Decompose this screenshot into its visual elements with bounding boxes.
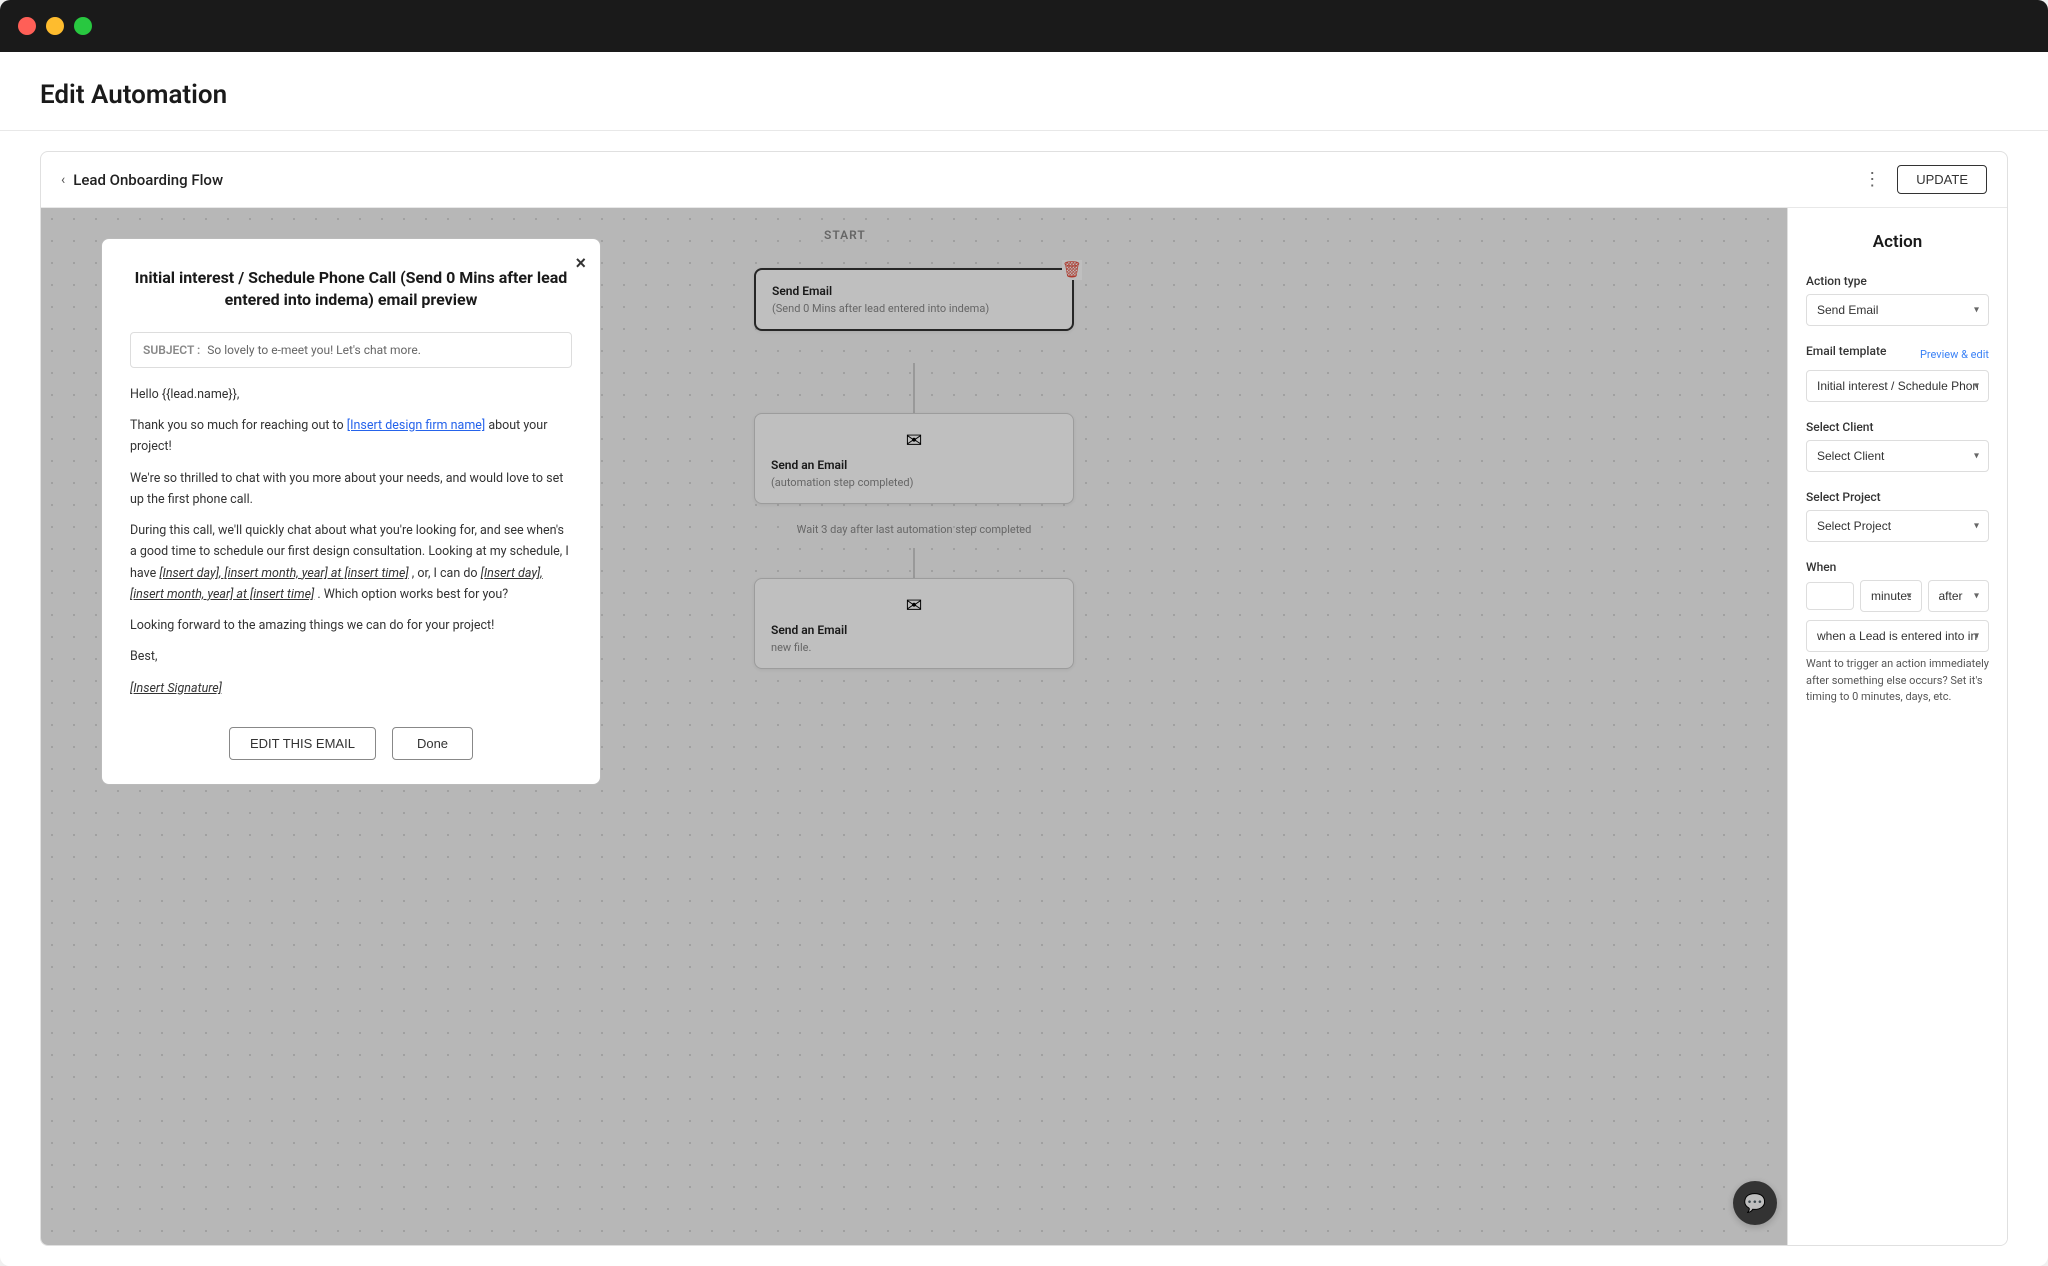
right-panel: Action Action type Send Email ▾ <box>1787 208 2007 1245</box>
email-preview-modal: × Initial interest / Schedule Phone Call… <box>101 238 601 785</box>
page-header: Edit Automation <box>0 52 2048 131</box>
modal-footer: EDIT THIS EMAIL Done <box>130 727 572 760</box>
window: Edit Automation ‹ Lead Onboarding Flow ⋮… <box>0 0 2048 1266</box>
email-template-select[interactable]: Initial interest / Schedule Phone Call i <box>1806 370 1989 402</box>
when-trigger-select[interactable]: when a Lead is entered into indema <box>1806 620 1989 652</box>
firm-link: [Insert design firm name] <box>347 418 485 433</box>
body-line4: Looking forward to the amazing things we… <box>130 615 572 636</box>
when-after-select-wrapper: after ▾ <box>1928 580 1990 612</box>
body-line1-text: Thank you so much for reaching out to <box>130 418 344 433</box>
spacer <box>1806 724 1989 754</box>
preview-edit-link[interactable]: Preview & edit <box>1920 348 1989 361</box>
automation-header: ‹ Lead Onboarding Flow ⋮ UPDATE <box>41 152 2007 208</box>
select-project-field: Select Project Select Project ▾ <box>1806 490 1989 542</box>
email-template-wrapper: Initial interest / Schedule Phone Call i… <box>1806 370 1989 402</box>
sign-2: [Insert Signature] <box>130 678 572 699</box>
action-type-field: Action type Send Email ▾ <box>1806 274 1989 326</box>
email-template-header-row: Email template Preview & edit <box>1806 344 1989 364</box>
select-project-label: Select Project <box>1806 490 1989 504</box>
when-row: 0 minutes ▾ after <box>1806 580 1989 612</box>
body-line3-mid: , or, I can do <box>412 566 478 581</box>
automation-name: Lead Onboarding Flow <box>73 171 223 189</box>
select-client-wrapper: Select Client ▾ <box>1806 440 1989 472</box>
schedule-1: [Insert day], [insert month, year] at [i… <box>159 566 408 581</box>
when-minutes-select-wrapper: minutes ▾ <box>1860 580 1922 612</box>
done-button[interactable]: Done <box>392 727 473 760</box>
select-client-select[interactable]: Select Client <box>1806 440 1989 472</box>
select-client-field: Select Client Select Client ▾ <box>1806 420 1989 472</box>
subject-value: So lovely to e-meet you! Let's chat more… <box>207 343 421 357</box>
page-title: Edit Automation <box>40 80 2008 110</box>
panel-title: Action <box>1806 232 1989 252</box>
when-field: When 0 minutes ▾ <box>1806 560 1989 706</box>
maximize-window-button[interactable] <box>74 17 92 35</box>
body-line3: During this call, we'll quickly chat abo… <box>130 520 572 605</box>
modal-title: Initial interest / Schedule Phone Call (… <box>130 267 572 312</box>
select-client-label: Select Client <box>1806 420 1989 434</box>
when-trigger-wrapper: when a Lead is entered into indema ▾ <box>1806 620 1989 652</box>
when-hint: Want to trigger an action immediately af… <box>1806 656 1989 706</box>
body-line1: Thank you so much for reaching out to [I… <box>130 415 572 458</box>
minimize-window-button[interactable] <box>46 17 64 35</box>
automation-nav: ‹ Lead Onboarding Flow <box>61 171 223 189</box>
automation-actions: ⋮ UPDATE <box>1859 165 1987 194</box>
subject-label: SUBJECT : <box>143 343 200 357</box>
email-template-field: Email template Preview & edit Initial in… <box>1806 344 1989 402</box>
action-type-select[interactable]: Send Email <box>1806 294 1989 326</box>
body-line2: We're so thrilled to chat with you more … <box>130 468 572 511</box>
close-window-button[interactable] <box>18 17 36 35</box>
automation-container: ‹ Lead Onboarding Flow ⋮ UPDATE START <box>40 151 2008 1246</box>
action-type-wrapper: Send Email ▾ <box>1806 294 1989 326</box>
sign-1: Best, <box>130 646 572 667</box>
modal-overlay: × Initial interest / Schedule Phone Call… <box>41 208 1787 1245</box>
main-area: ‹ Lead Onboarding Flow ⋮ UPDATE START <box>0 131 2048 1266</box>
email-subject-row: SUBJECT : So lovely to e-meet you! Let's… <box>130 332 572 368</box>
when-after-select[interactable]: after <box>1928 580 1990 612</box>
when-label: When <box>1806 560 1989 574</box>
titlebar <box>0 0 2048 52</box>
body-line3-end: . Which option works best for you? <box>317 587 508 602</box>
action-type-label: Action type <box>1806 274 1989 288</box>
email-template-label: Email template <box>1806 344 1886 358</box>
email-body: Hello {{lead.name}}, Thank you so much f… <box>130 384 572 699</box>
select-project-select[interactable]: Select Project <box>1806 510 1989 542</box>
modal-close-button[interactable]: × <box>575 253 586 274</box>
more-options-button[interactable]: ⋮ <box>1859 165 1885 194</box>
when-minutes-input[interactable]: 0 <box>1806 582 1854 610</box>
back-button[interactable]: ‹ <box>61 172 65 188</box>
greeting-line: Hello {{lead.name}}, <box>130 384 572 405</box>
select-project-wrapper: Select Project ▾ <box>1806 510 1989 542</box>
flow-canvas: START 🗑 Send Email (Send 0 Mins after le… <box>41 208 1787 1245</box>
app-content: Edit Automation ‹ Lead Onboarding Flow ⋮… <box>0 52 2048 1266</box>
when-minutes-select[interactable]: minutes <box>1860 580 1922 612</box>
edit-email-button[interactable]: EDIT THIS EMAIL <box>229 727 376 760</box>
update-button[interactable]: UPDATE <box>1897 165 1987 194</box>
traffic-lights <box>18 17 92 35</box>
